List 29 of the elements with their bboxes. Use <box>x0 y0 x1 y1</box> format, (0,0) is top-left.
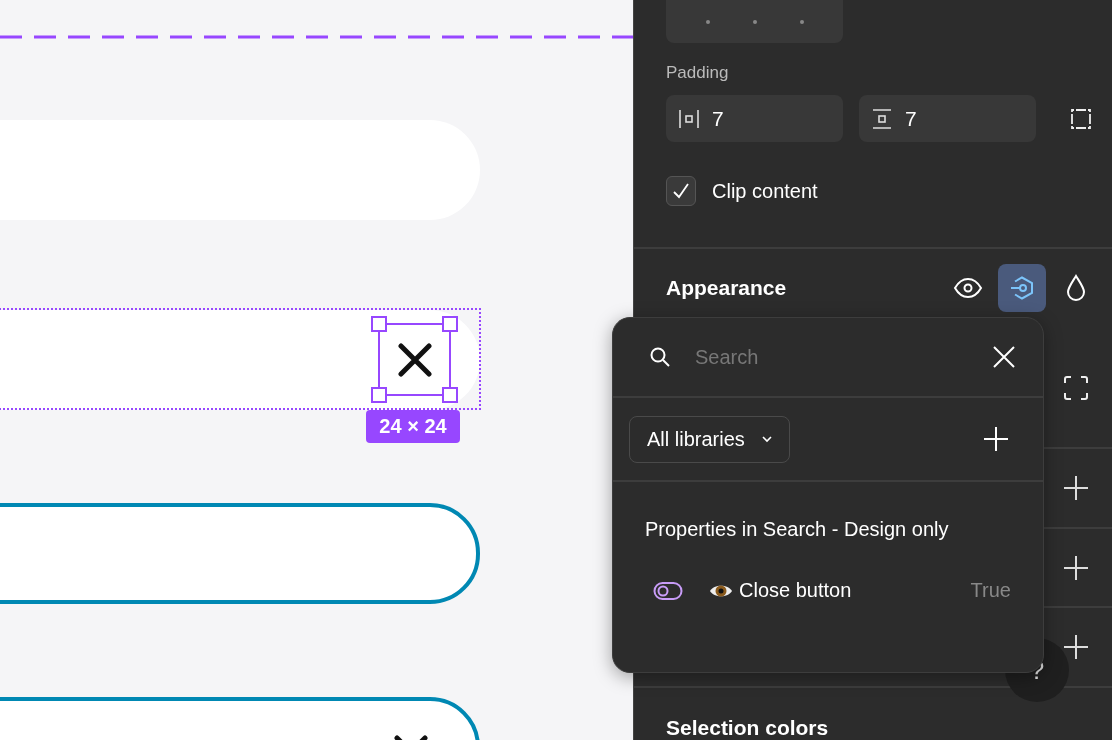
size-label: 24 × 24 <box>366 410 460 443</box>
resize-handle[interactable] <box>442 387 458 403</box>
search-icon <box>649 346 671 368</box>
horizontal-padding-icon <box>678 107 700 130</box>
vertical-padding-icon <box>871 107 893 130</box>
add-icon[interactable] <box>1063 634 1089 661</box>
checkbox[interactable] <box>666 176 696 207</box>
focus-icon[interactable] <box>1063 374 1089 401</box>
selection-frame[interactable] <box>371 316 458 403</box>
section-title: Selection colors <box>666 716 829 739</box>
checkbox-label: Clip content <box>712 179 818 203</box>
close-icon <box>397 342 432 377</box>
toggle-icon <box>653 580 683 601</box>
resize-handle[interactable] <box>442 316 458 332</box>
add-icon[interactable] <box>1063 554 1089 581</box>
resize-handle[interactable] <box>371 387 387 403</box>
resize-handle[interactable] <box>371 316 387 332</box>
library-dropdown[interactable]: All libraries <box>629 415 790 463</box>
section-heading: Properties in Search - Design only <box>645 518 950 541</box>
individual-padding-icon[interactable] <box>1070 107 1092 130</box>
vertical-padding-field[interactable]: 7 <box>859 95 1036 143</box>
property-item[interactable]: Close button True <box>613 579 1043 602</box>
close-icon[interactable] <box>993 346 1015 368</box>
section-label: Padding <box>666 63 730 85</box>
section-title: Appearance <box>666 276 787 301</box>
caret-icon <box>760 435 773 443</box>
horizontal-padding-field[interactable]: 7 <box>666 95 843 143</box>
search-field[interactable]: Search <box>693 344 971 370</box>
add-icon[interactable] <box>1063 474 1089 501</box>
